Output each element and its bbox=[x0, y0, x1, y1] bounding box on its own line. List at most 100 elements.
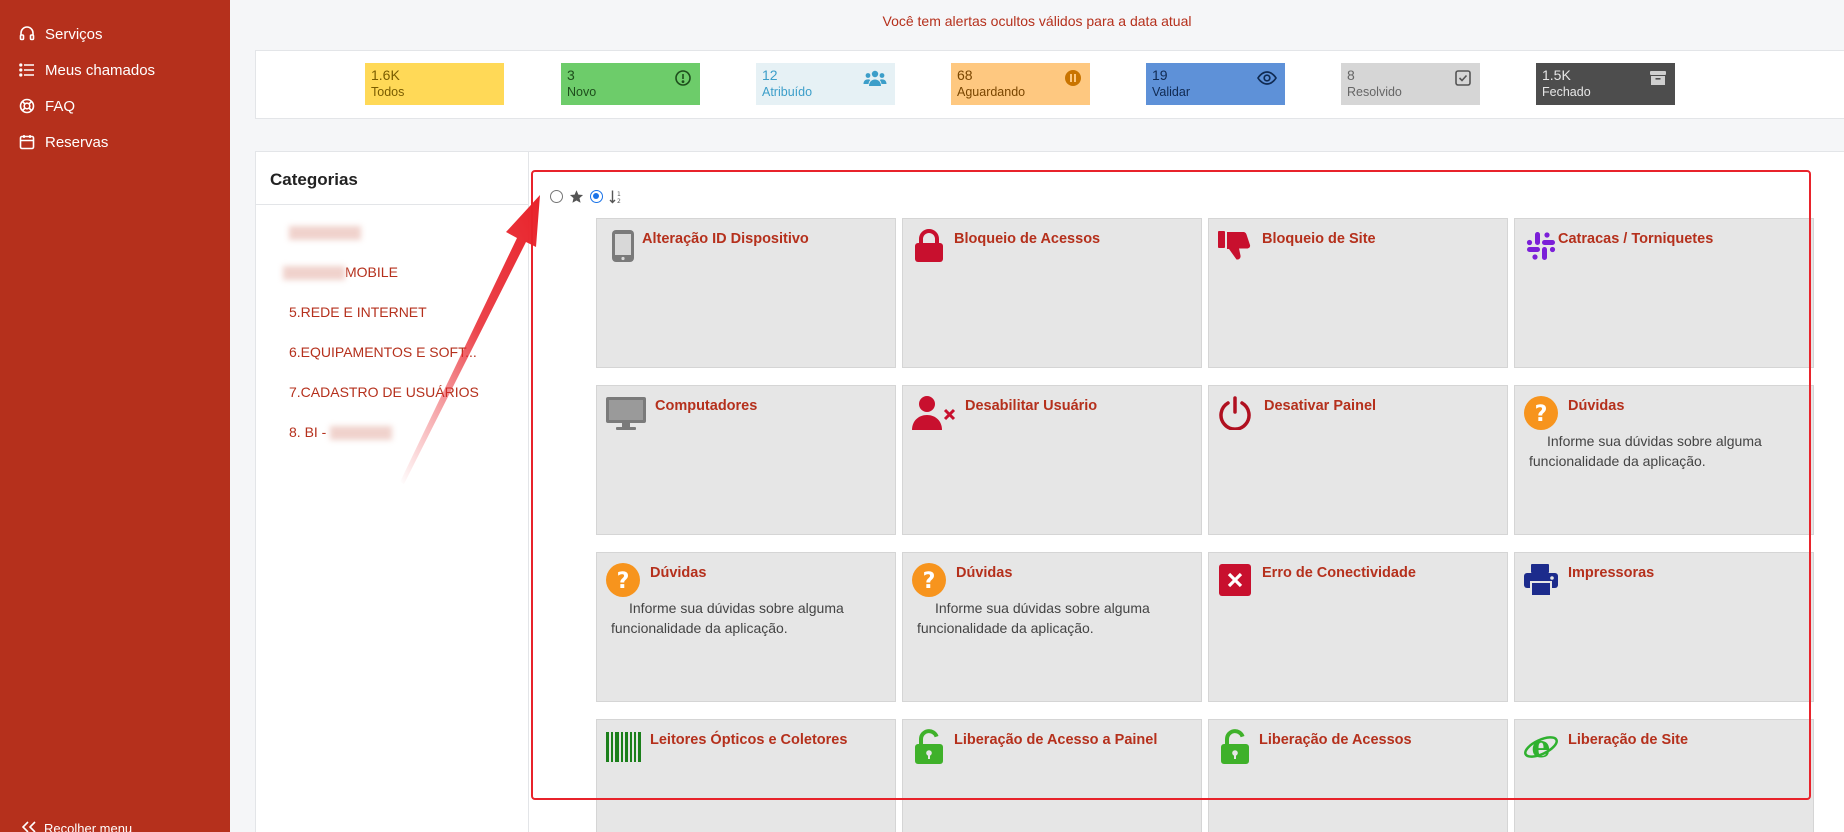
service-card-title: Bloqueio de Site bbox=[1262, 231, 1376, 247]
service-card[interactable]: Leitores Ópticos e Coletores bbox=[596, 719, 896, 832]
thumbs-down-icon bbox=[1217, 228, 1253, 264]
service-card-title: Liberação de Acessos bbox=[1259, 732, 1412, 748]
service-card[interactable]: ? Dúvidas Informe sua dúvidas sobre algu… bbox=[1514, 385, 1814, 535]
category-item[interactable] bbox=[289, 224, 361, 241]
sort-icon[interactable]: 12 bbox=[609, 189, 624, 204]
service-card[interactable]: Desabilitar Usuário bbox=[902, 385, 1202, 535]
x-square-icon bbox=[1217, 562, 1253, 598]
service-card-title: Liberação de Site bbox=[1568, 732, 1689, 748]
category-item[interactable]: MOBILE bbox=[283, 264, 398, 281]
category-label: 6.EQUIPAMENTOS E SOFT... bbox=[289, 344, 477, 360]
status-tile-aguardando[interactable]: 68 Aguardando bbox=[951, 63, 1090, 105]
category-item[interactable]: 8. BI - bbox=[289, 424, 393, 441]
sidebar-item-label: Serviços bbox=[45, 25, 103, 43]
collapse-menu-button[interactable]: Recolher menu bbox=[21, 821, 132, 832]
service-card[interactable]: Erro de Conectividade bbox=[1208, 552, 1508, 702]
service-card-title: Dúvidas bbox=[956, 565, 1013, 581]
service-card-description: Informe sua dúvidas sobre alguma funcion… bbox=[611, 600, 844, 636]
status-label: Validar bbox=[1152, 85, 1190, 99]
sidebar-item-reservas[interactable]: Reservas bbox=[0, 124, 230, 160]
svg-text:2: 2 bbox=[617, 198, 621, 204]
double-chevron-left-icon bbox=[21, 821, 36, 832]
sidebar-item-servicos[interactable]: Serviços bbox=[0, 16, 230, 52]
status-tile-atribuido[interactable]: 12 Atribuído bbox=[756, 63, 895, 105]
service-card-title: Impressoras bbox=[1568, 565, 1655, 581]
lifebuoy-icon bbox=[19, 98, 35, 114]
category-label: 5.REDE E INTERNET bbox=[289, 304, 427, 320]
service-card-title: Dúvidas bbox=[1568, 398, 1625, 414]
unlock-icon bbox=[1217, 729, 1253, 765]
service-card-title: Bloqueio de Acessos bbox=[954, 231, 1101, 247]
service-card[interactable]: Alteração ID Dispositivo bbox=[596, 218, 896, 368]
check-square-icon bbox=[1454, 69, 1472, 87]
sidebar-item-label: Reservas bbox=[45, 133, 109, 151]
category-label: 8. BI - bbox=[289, 424, 327, 440]
question-icon: ? bbox=[1523, 395, 1559, 431]
service-card[interactable]: Catracas / Torniquetes bbox=[1514, 218, 1814, 368]
service-card-title: Liberação de Acesso a Painel bbox=[954, 732, 1158, 748]
service-card[interactable]: Desativar Painel bbox=[1208, 385, 1508, 535]
printer-icon bbox=[1523, 562, 1559, 598]
barcode-icon bbox=[605, 729, 641, 765]
hidden-alerts-banner[interactable]: Você tem alertas ocultos válidos para a … bbox=[230, 13, 1844, 29]
ie-icon: e bbox=[1523, 729, 1559, 765]
category-label: 7.CADASTRO DE USUÁRIOS bbox=[289, 384, 479, 400]
service-card[interactable]: Liberação de Acesso a Painel bbox=[902, 719, 1202, 832]
calendar-icon bbox=[19, 134, 35, 150]
category-item[interactable]: 6.EQUIPAMENTOS E SOFT... bbox=[289, 344, 477, 360]
service-card[interactable]: Impressoras bbox=[1514, 552, 1814, 702]
service-card[interactable]: Bloqueio de Site bbox=[1208, 218, 1508, 368]
question-icon: ? bbox=[911, 562, 947, 598]
slack-icon bbox=[1523, 228, 1559, 264]
sidebar-item-label: FAQ bbox=[45, 97, 76, 115]
category-item[interactable]: 5.REDE E INTERNET bbox=[289, 304, 427, 320]
status-tile-todos[interactable]: 1.6K Todos bbox=[365, 63, 504, 105]
monitor-icon bbox=[605, 395, 647, 431]
status-label: Resolvido bbox=[1347, 85, 1402, 99]
service-card-title: Desativar Painel bbox=[1264, 398, 1377, 414]
star-icon[interactable] bbox=[569, 189, 584, 204]
service-card[interactable]: Bloqueio de Acessos bbox=[902, 218, 1202, 368]
service-card[interactable]: ? Dúvidas Informe sua dúvidas sobre algu… bbox=[902, 552, 1202, 702]
service-card-description: Informe sua dúvidas sobre alguma funcion… bbox=[1529, 433, 1762, 469]
sidebar: Serviços Meus chamados FAQ Reservas Reco… bbox=[0, 0, 230, 832]
svg-text:?: ? bbox=[923, 569, 936, 594]
redacted-text bbox=[289, 226, 361, 241]
view-toolbar: 12 bbox=[550, 189, 624, 204]
svg-text:?: ? bbox=[617, 569, 630, 594]
service-card[interactable]: e Liberação de Site bbox=[1514, 719, 1814, 832]
svg-text:?: ? bbox=[1535, 402, 1548, 427]
service-card-title: Desabilitar Usuário bbox=[965, 398, 1098, 414]
status-label: Novo bbox=[567, 85, 597, 99]
view-all-radio[interactable] bbox=[550, 190, 563, 203]
status-tile-novo[interactable]: 3 Novo bbox=[561, 63, 700, 105]
service-card-title: Dúvidas bbox=[650, 565, 707, 581]
archive-icon bbox=[1649, 69, 1667, 87]
users-icon bbox=[863, 69, 887, 87]
sidebar-item-meus-chamados[interactable]: Meus chamados bbox=[0, 52, 230, 88]
status-tile-resolvido[interactable]: 8 Resolvido bbox=[1341, 63, 1480, 105]
service-card-title: Computadores bbox=[655, 398, 758, 414]
sidebar-item-faq[interactable]: FAQ bbox=[0, 88, 230, 124]
phone-icon bbox=[605, 228, 641, 264]
status-label: Aguardando bbox=[957, 85, 1026, 99]
status-label: Atribuído bbox=[762, 85, 813, 99]
svg-text:1: 1 bbox=[617, 191, 621, 198]
categories-separator bbox=[528, 152, 529, 832]
category-item[interactable]: 7.CADASTRO DE USUÁRIOS bbox=[289, 384, 479, 400]
status-label: Todos bbox=[371, 85, 405, 99]
status-tile-fechado[interactable]: 1.5K Fechado bbox=[1536, 63, 1675, 105]
redacted-text bbox=[330, 426, 393, 441]
service-card-title: Alteração ID Dispositivo bbox=[642, 231, 809, 247]
service-card[interactable]: Computadores bbox=[596, 385, 896, 535]
alert-circle-icon bbox=[674, 69, 692, 87]
redacted-text bbox=[283, 266, 345, 281]
service-card-description: Informe sua dúvidas sobre alguma funcion… bbox=[917, 600, 1150, 636]
service-card[interactable]: ? Dúvidas Informe sua dúvidas sobre algu… bbox=[596, 552, 896, 702]
category-label: MOBILE bbox=[345, 264, 398, 280]
status-tile-validar[interactable]: 19 Validar bbox=[1146, 63, 1285, 105]
eye-icon bbox=[1257, 69, 1277, 87]
view-sorted-radio[interactable] bbox=[590, 190, 603, 203]
service-card[interactable]: Liberação de Acessos bbox=[1208, 719, 1508, 832]
categories-title: Categorias bbox=[270, 170, 358, 189]
